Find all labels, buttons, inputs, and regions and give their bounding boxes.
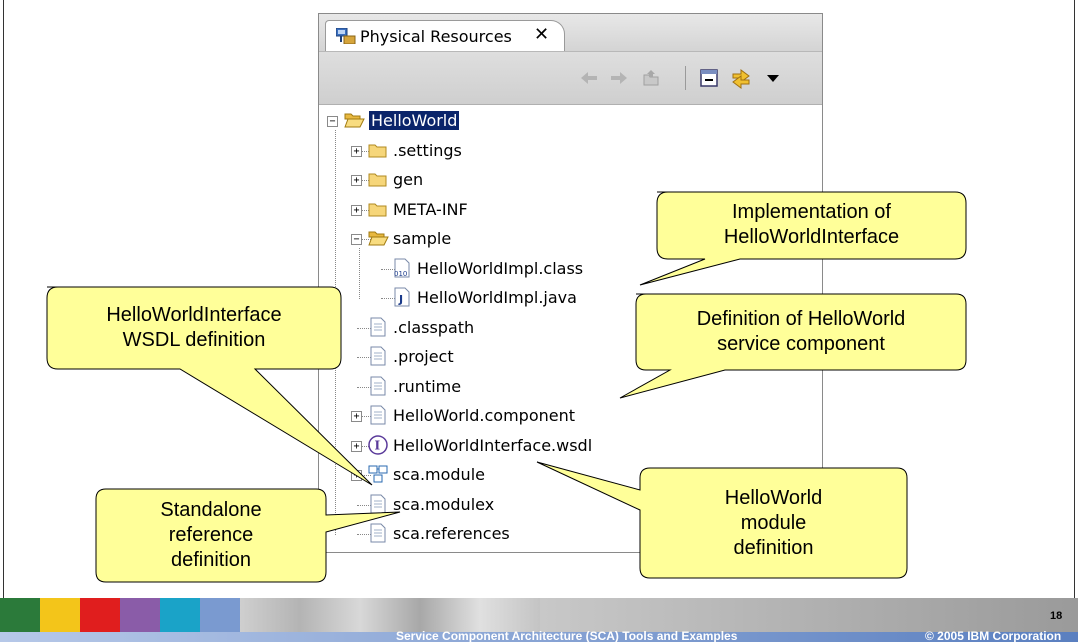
- callout-line: HelloWorldInterface: [723, 226, 900, 248]
- back-arrow-icon[interactable]: [577, 66, 601, 90]
- slide-border-right: [1074, 0, 1075, 598]
- callout-line: Definition of HelloWorld: [696, 308, 906, 330]
- tree-item-label: .project: [393, 347, 454, 366]
- close-icon[interactable]: ✕: [534, 24, 549, 45]
- callout-line: WSDL definition: [122, 329, 266, 351]
- view-tab-bar: Physical Resources ✕: [319, 14, 822, 52]
- file-icon: [367, 493, 389, 515]
- view-menu-icon[interactable]: [761, 66, 785, 90]
- tree-item[interactable]: + .settings: [319, 138, 819, 166]
- class-file-icon: 010: [391, 257, 413, 279]
- link-with-editor-icon[interactable]: [729, 66, 753, 90]
- expand-icon[interactable]: +: [351, 204, 362, 216]
- interface-icon: I: [367, 434, 389, 456]
- tree-item-label: HelloWorldImpl.java: [417, 288, 577, 307]
- callout-implementation-text: Implementation of HelloWorldInterface: [657, 200, 966, 250]
- physical-resources-view: Physical Resources ✕ − HelloWorld + .settin…: [318, 13, 823, 553]
- tab-physical-resources[interactable]: Physical Resources ✕: [325, 20, 565, 51]
- callout-line: module: [740, 512, 807, 534]
- folder-icon: [367, 139, 389, 161]
- callout-line: Implementation of: [732, 201, 891, 223]
- folder-icon: [367, 198, 389, 220]
- file-icon: [367, 522, 389, 544]
- expand-icon[interactable]: +: [351, 145, 362, 157]
- footer-color-block: [200, 598, 240, 632]
- footer-texture-strip: [240, 598, 540, 632]
- collapse-icon[interactable]: −: [327, 116, 338, 127]
- tree-item-label: .classpath: [393, 317, 475, 337]
- tree-item-label: sample: [393, 229, 452, 248]
- callout-line: HelloWorld: [724, 487, 823, 509]
- footer-title: Service Component Architecture (SCA) Too…: [396, 629, 738, 643]
- physical-resources-icon: [336, 28, 356, 44]
- tree-item-label: .runtime: [393, 376, 462, 396]
- callout-line: definition: [170, 549, 252, 571]
- tree-item-label: sca.module: [393, 465, 485, 484]
- tree-item-label: gen: [393, 170, 424, 189]
- callout-module-def-text: HelloWorld module definition: [640, 486, 907, 561]
- callout-line: HelloWorldInterface: [106, 304, 282, 326]
- tab-label: Physical Resources: [360, 27, 512, 46]
- callout-component-def-text: Definition of HelloWorld service compone…: [636, 307, 966, 357]
- file-icon: [367, 345, 389, 367]
- tree-guide-line: [359, 248, 360, 299]
- view-toolbar: [319, 52, 822, 105]
- callout-line: definition: [733, 537, 814, 559]
- slide-border-left: [3, 0, 4, 598]
- expand-icon[interactable]: +: [351, 440, 362, 452]
- expand-icon[interactable]: +: [351, 175, 362, 186]
- file-icon: [367, 375, 389, 397]
- tree-item-label: HelloWorld: [369, 111, 460, 130]
- footer-color-block: [120, 598, 160, 632]
- footer-gray-strip: [540, 598, 1078, 632]
- java-file-icon: J: [391, 286, 413, 308]
- tree-item[interactable]: + gen: [319, 167, 819, 195]
- tree-item[interactable]: .runtime: [319, 374, 819, 402]
- tree-item[interactable]: 010 HelloWorldImpl.class: [319, 256, 819, 284]
- tree-item[interactable]: − HelloWorld: [319, 108, 819, 136]
- tree-item[interactable]: + I HelloWorldInterface.wsdl: [319, 433, 819, 461]
- tree-item-label: sca.references: [393, 524, 510, 543]
- callout-line: service component: [717, 333, 885, 355]
- file-icon: [367, 404, 389, 426]
- tree-item-label: HelloWorldImpl.class: [417, 258, 584, 278]
- svg-text:I: I: [375, 438, 381, 452]
- callout-line: Standalone: [160, 499, 262, 521]
- footer-copyright: © 2005 IBM Corporation: [925, 629, 1062, 643]
- forward-arrow-icon[interactable]: [607, 66, 631, 90]
- tree-item-label: .settings: [393, 140, 462, 160]
- folder-icon: [367, 168, 389, 190]
- tree-item-label: HelloWorldInterface.wsdl: [393, 435, 593, 455]
- toolbar-separator: [685, 66, 686, 90]
- expand-icon[interactable]: +: [351, 470, 362, 481]
- open-folder-icon: [367, 227, 389, 249]
- expand-icon[interactable]: +: [351, 411, 362, 422]
- tree-item[interactable]: + HelloWorld.component: [319, 403, 819, 431]
- callout-standalone-ref-text: Standalone reference definition: [96, 498, 326, 573]
- callout-line: reference: [168, 524, 254, 546]
- tree-item-label: HelloWorld.component: [393, 406, 576, 425]
- footer-color-block: [40, 598, 80, 632]
- tree-item-label: sca.modulex: [393, 494, 495, 514]
- up-folder-icon[interactable]: [639, 66, 663, 90]
- collapse-icon[interactable]: −: [351, 234, 362, 245]
- collapse-all-icon[interactable]: [697, 66, 721, 90]
- footer-color-block: [80, 598, 120, 632]
- file-icon: [367, 316, 389, 338]
- callout-interface-wsdl-text: HelloWorldInterface WSDL definition: [47, 303, 341, 353]
- tree-item-label: META-INF: [393, 199, 468, 219]
- footer-color-block: [0, 598, 40, 632]
- module-icon: [367, 463, 389, 485]
- svg-text:J: J: [398, 293, 403, 306]
- page-number: 18: [1050, 610, 1063, 622]
- footer-color-block: [160, 598, 200, 632]
- open-folder-icon: [343, 109, 365, 131]
- svg-text:010: 010: [394, 270, 407, 278]
